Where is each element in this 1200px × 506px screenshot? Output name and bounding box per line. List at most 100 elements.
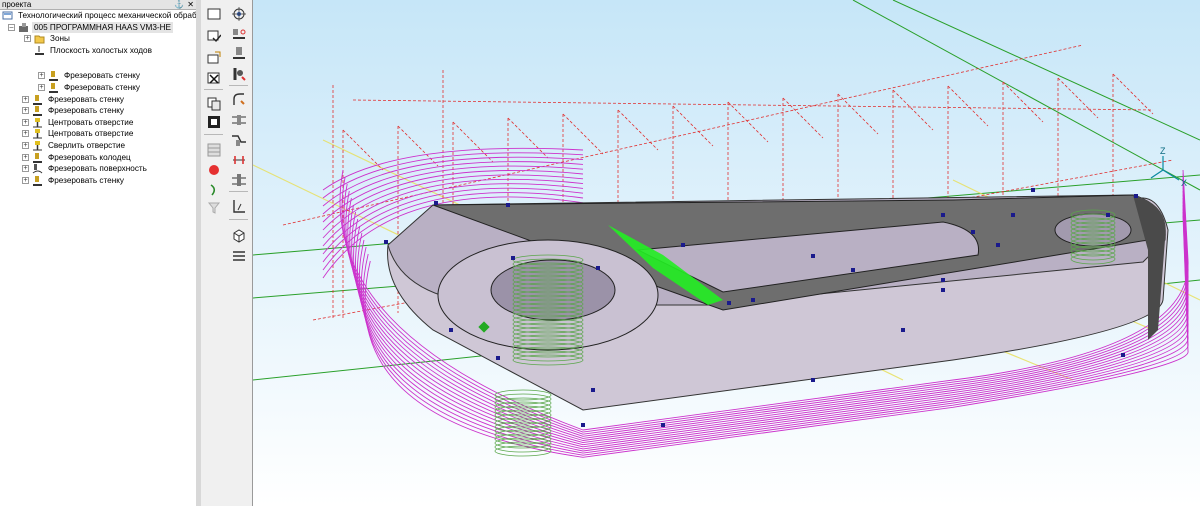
- rapid-line: [352, 99, 1154, 111]
- tree-item[interactable]: + Центровать отверстие: [22, 117, 135, 128]
- mill-wall-icon: [32, 105, 43, 116]
- paste-icon[interactable]: [204, 112, 223, 131]
- tree-item[interactable]: Плоскость холостых ходов: [24, 45, 154, 56]
- arc-tool-icon[interactable]: [229, 90, 248, 109]
- tree-item[interactable]: + Центровать отверстие: [22, 128, 135, 139]
- point-marker: [811, 254, 815, 258]
- expand-icon[interactable]: +: [22, 96, 29, 103]
- record-icon[interactable]: [204, 160, 223, 179]
- surface-mill-icon: [32, 163, 43, 174]
- expand-icon[interactable]: +: [22, 165, 29, 172]
- point-marker: [434, 201, 438, 205]
- point-marker: [596, 266, 600, 270]
- drill-helix: [494, 389, 552, 401]
- tree-program[interactable]: – 005 ПРОГРАММНАЯ HAAS VM3-HE: [8, 22, 173, 33]
- measure-icon[interactable]: [229, 150, 248, 169]
- list-icon[interactable]: [229, 246, 248, 265]
- tree-item[interactable]: + Зоны: [24, 33, 72, 44]
- pin-icon[interactable]: ⚓: [174, 0, 184, 9]
- arrow-icon[interactable]: [204, 180, 223, 199]
- tree-item[interactable]: + Фрезеровать колодец: [22, 152, 133, 163]
- point-marker: [851, 268, 855, 272]
- copy-icon[interactable]: [204, 94, 223, 113]
- point-marker: [591, 388, 595, 392]
- expand-icon[interactable]: +: [24, 35, 31, 42]
- point-marker: [1011, 213, 1015, 217]
- triad-x-label: X: [1181, 178, 1187, 188]
- coordinate-triad: Z X: [1150, 146, 1187, 188]
- point-marker: [941, 278, 945, 282]
- tree-item-label: Плоскость холостых ходов: [50, 46, 152, 55]
- collapse-icon[interactable]: –: [8, 24, 15, 31]
- center-drill-icon: [32, 128, 43, 139]
- tree-item[interactable]: + Фрезеровать поверхность: [22, 163, 149, 174]
- tree-program-label: 005 ПРОГРАММНАЯ HAAS VM3-HE: [32, 22, 173, 33]
- drill-helix: [494, 445, 552, 457]
- tree-item-label: Фрезеровать стенку: [48, 176, 124, 185]
- tree-item-label: Зоны: [50, 34, 70, 43]
- mill-wall-icon: [32, 94, 43, 105]
- tree-item-label: Фрезеровать колодец: [48, 153, 131, 162]
- point-marker: [1106, 213, 1110, 217]
- expand-icon[interactable]: +: [22, 154, 29, 161]
- dimension-icon[interactable]: [229, 196, 248, 215]
- cad-viewport[interactable]: Z X: [253, 0, 1200, 506]
- tree-item[interactable]: + Фрезеровать стенку: [38, 82, 142, 93]
- tree-item[interactable]: + Фрезеровать стенку: [22, 94, 126, 105]
- filter-icon[interactable]: [204, 198, 223, 217]
- point-marker: [681, 243, 685, 247]
- fillet-icon[interactable]: [229, 44, 248, 63]
- cad-scene: Z X: [253, 0, 1200, 458]
- point-marker: [661, 423, 665, 427]
- drill-icon: [32, 140, 43, 151]
- new-view-icon[interactable]: [204, 4, 223, 23]
- tree-item[interactable]: + Фрезеровать стенку: [22, 175, 126, 186]
- mill-wall-icon: [48, 82, 59, 93]
- point-marker: [751, 298, 755, 302]
- process-icon: [2, 10, 13, 21]
- delete-view-icon[interactable]: [204, 68, 223, 87]
- tree-root[interactable]: Технологический процесс механической обр…: [2, 10, 215, 21]
- point-marker: [506, 203, 510, 207]
- expand-icon[interactable]: +: [22, 177, 29, 184]
- grid-icon[interactable]: [204, 140, 223, 159]
- tree-item-label: Фрезеровать стенку: [48, 106, 124, 115]
- knife-icon[interactable]: [229, 64, 248, 83]
- tree-item-label: Центровать отверстие: [48, 118, 134, 127]
- expand-icon[interactable]: +: [22, 130, 29, 137]
- point-marker: [511, 256, 515, 260]
- tree-item[interactable]: + Фрезеровать стенку: [38, 70, 142, 81]
- drill-helix: [494, 401, 552, 413]
- tree-item[interactable]: + Фрезеровать стенку: [22, 105, 126, 116]
- plane-icon[interactable]: [229, 24, 248, 43]
- bend-icon[interactable]: [229, 130, 248, 149]
- plane-icon: [34, 45, 45, 56]
- tree-item[interactable]: + Сверлить отверстие: [22, 140, 127, 151]
- drill-helix: [494, 413, 552, 425]
- target-icon[interactable]: [229, 4, 248, 23]
- close-icon[interactable]: ✕: [187, 0, 194, 9]
- layer-add-icon[interactable]: [204, 48, 223, 67]
- tree-item-label: Сверлить отверстие: [48, 141, 126, 150]
- tree-item-label: Центровать отверстие: [48, 129, 134, 138]
- folder-icon: [34, 33, 45, 44]
- split-icon[interactable]: [229, 170, 248, 189]
- tree-root-label: Технологический процесс механической обр…: [18, 11, 213, 20]
- offset-icon[interactable]: [229, 110, 248, 129]
- check-view-icon[interactable]: [204, 26, 223, 45]
- expand-icon[interactable]: +: [22, 142, 29, 149]
- mill-wall-icon: [32, 152, 43, 163]
- expand-icon[interactable]: +: [38, 72, 45, 79]
- point-marker: [941, 213, 945, 217]
- vertical-toolbar-tools: [226, 0, 253, 506]
- point-marker: [1121, 353, 1125, 357]
- cube-icon[interactable]: [229, 226, 248, 245]
- expand-icon[interactable]: +: [38, 84, 45, 91]
- point-marker: [727, 301, 731, 305]
- point-marker: [496, 356, 500, 360]
- point-marker: [384, 240, 388, 244]
- machine-icon: [18, 22, 29, 33]
- expand-icon[interactable]: +: [22, 107, 29, 114]
- expand-icon[interactable]: +: [22, 119, 29, 126]
- drill-helix: [494, 429, 552, 441]
